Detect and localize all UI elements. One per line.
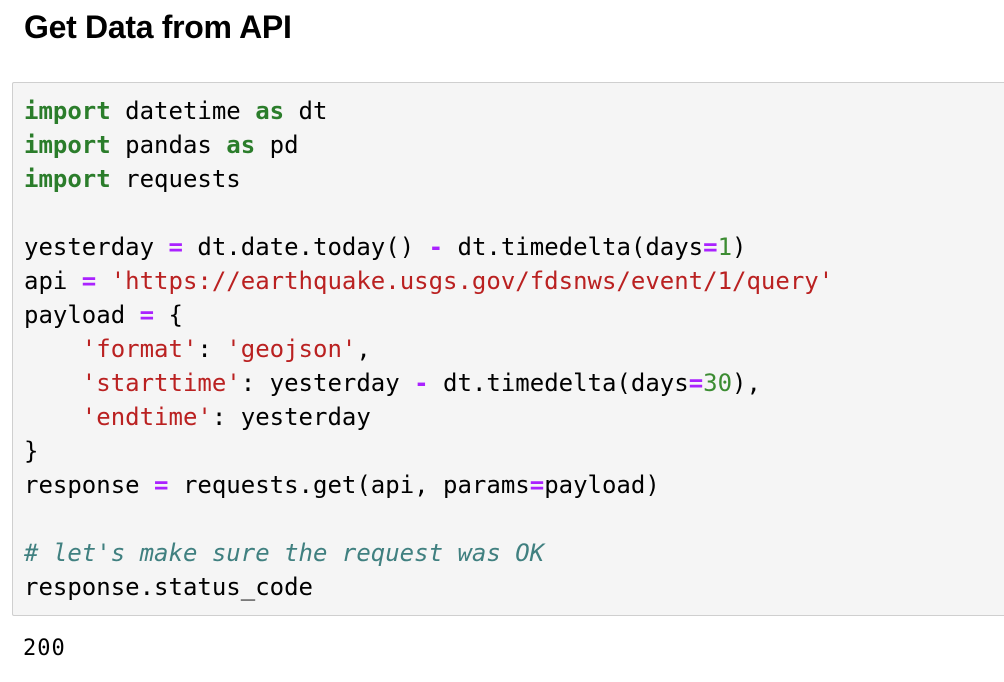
code-text: ) [732,233,747,261]
cell-output: 200 [23,636,66,661]
code-line: api = 'https://earthquake.usgs.gov/fdsnw… [24,264,833,298]
code-operator: - [414,369,429,397]
code-text: dt.timedelta(days [428,369,689,397]
code-line: } [24,434,833,468]
code-text: response.status_code [24,573,313,601]
code-operator: = [703,233,718,261]
code-keyword: as [255,97,285,125]
code-text: , [356,335,371,363]
code-line: 'starttime': yesterday - dt.timedelta(da… [24,366,833,400]
code-text: yesterday [24,233,169,261]
code-string: 'geojson' [226,335,357,363]
code-text: payload) [544,471,660,499]
code-string: 'https://earthquake.usgs.gov/fdsnws/even… [110,267,834,295]
code-number: 30 [703,369,733,397]
code-number: 1 [717,233,733,261]
code-text: ), [732,369,761,397]
code-editor[interactable]: import datetime as dt import pandas as pd… [24,94,833,604]
code-operator: = [529,471,545,499]
code-text: requests.get(api, params [168,471,530,499]
code-text: } [24,437,39,465]
code-operator: = [154,471,169,499]
code-keyword: as [226,131,256,159]
code-text: : [197,335,227,363]
code-string: 'endtime' [81,403,212,431]
code-line: response = requests.get(api, params=payl… [24,468,833,502]
code-cell[interactable]: import datetime as dt import pandas as pd… [12,82,1004,616]
code-text: dt.date.today() [182,233,429,261]
code-line: yesterday = dt.date.today() - dt.timedel… [24,230,833,264]
code-line: # let's make sure the request was OK [24,536,833,570]
code-operator: = [139,301,155,329]
code-line: response.status_code [24,570,833,604]
section-heading: Get Data from API [24,9,292,45]
code-text: api [24,267,82,295]
code-text: : yesterday [240,369,415,397]
code-line: import datetime as dt [24,94,833,128]
code-line: import requests [24,162,833,196]
code-text: dt.timedelta(days [443,233,704,261]
code-string: 'format' [81,335,198,363]
code-text: requests [110,165,241,193]
code-line: 'format': 'geojson', [24,332,833,366]
code-keyword: import [24,165,111,193]
code-text: payload [24,301,140,329]
code-string: 'starttime' [81,369,241,397]
code-comment: # let's make sure the request was OK [24,539,545,567]
code-operator: - [428,233,444,261]
code-text: datetime [110,97,256,125]
code-operator: = [168,233,183,261]
code-text: : yesterday [211,403,371,431]
code-text: pd [255,131,299,159]
code-operator: = [688,369,704,397]
code-text: { [154,301,183,329]
code-text: response [24,471,155,499]
code-line: import pandas as pd [24,128,833,162]
code-keyword: import [24,97,111,125]
code-line: payload = { [24,298,833,332]
code-line: 'endtime': yesterday [24,400,833,434]
code-operator: = [81,267,97,295]
code-keyword: import [24,131,111,159]
code-text: dt [284,97,328,125]
code-text: pandas [110,131,227,159]
